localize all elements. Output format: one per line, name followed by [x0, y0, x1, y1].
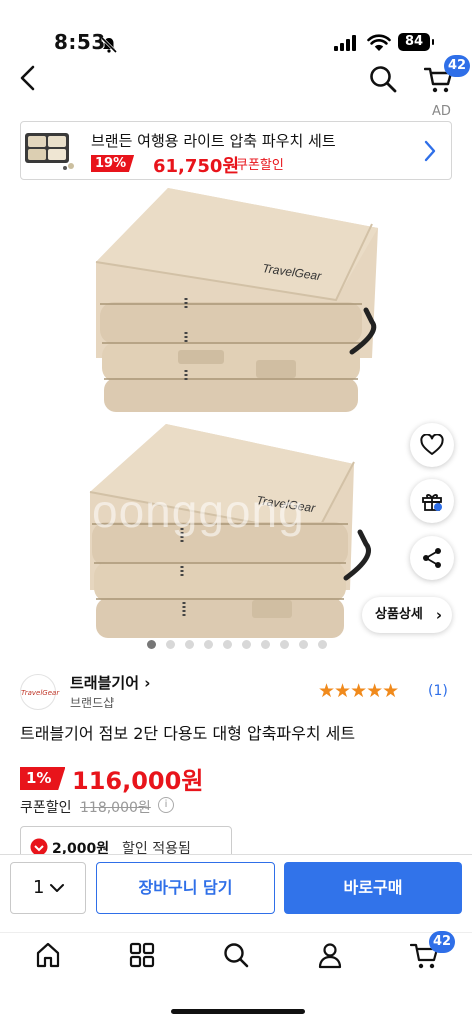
brand-shop-label: 브랜드샵 [70, 696, 115, 710]
profile-icon[interactable] [316, 941, 344, 969]
buy-now-button[interactable]: 바로구매 [284, 862, 462, 914]
ad-banner[interactable]: 브랜든 여행용 라이트 압축 파우치 세트 19% 61,750원 쿠폰할인 [20, 121, 452, 180]
wishlist-button[interactable] [410, 423, 454, 467]
pagination-dot[interactable] [280, 640, 289, 649]
chevron-right-icon: › [435, 606, 442, 624]
signal-icon [334, 35, 356, 51]
pagination-dot[interactable] [318, 640, 327, 649]
pagination-dot[interactable] [299, 640, 308, 649]
tab-cart-badge: 42 [429, 931, 456, 953]
ad-discount-badge: 19% [91, 155, 135, 172]
status-bar: 8:53 84 [0, 0, 472, 56]
product-title: 트래블기어 점보 2단 다용도 대형 압축파우치 세트 [20, 724, 356, 743]
home-indicator [171, 1009, 305, 1014]
product-price: 116,000원 [72, 767, 204, 795]
rating-stars: ★★★★★ [318, 680, 399, 702]
add-to-cart-button[interactable]: 장바구니 담기 [96, 862, 275, 914]
ad-coupon-label: 쿠폰할인 [236, 158, 284, 173]
gift-button[interactable] [410, 479, 454, 523]
category-grid-icon[interactable] [128, 941, 156, 969]
ad-title: 브랜든 여행용 라이트 압축 파우치 세트 [91, 132, 336, 150]
back-arrow-icon[interactable] [16, 64, 42, 92]
quantity-selector[interactable]: 1 [10, 862, 86, 914]
bell-slash-icon [100, 36, 118, 54]
product-image-gallery[interactable]: TravelGear TravelGear [0, 182, 472, 654]
wifi-icon [367, 34, 391, 51]
pagination-dot[interactable] [242, 640, 251, 649]
review-count-link[interactable]: (1) [428, 683, 448, 699]
ad-thumbnail [25, 133, 74, 170]
search-tab-icon[interactable] [222, 941, 250, 969]
home-icon[interactable] [34, 941, 62, 969]
gift-icon [422, 494, 442, 511]
product-photo: TravelGear TravelGear [89, 188, 378, 638]
battery-indicator: 84 [398, 33, 434, 51]
search-icon[interactable] [368, 64, 398, 94]
brand-name-link[interactable]: 트래블기어 › [70, 672, 150, 693]
ad-price: 61,750원 [153, 156, 240, 177]
heart-icon [420, 434, 444, 455]
header-cart-badge: 42 [444, 55, 471, 77]
pagination-dot[interactable] [147, 640, 156, 649]
pagination-dot[interactable] [166, 640, 175, 649]
share-icon [423, 548, 441, 568]
pagination-dot[interactable] [185, 640, 194, 649]
gallery-pagination [147, 640, 327, 649]
ad-label: AD [432, 104, 451, 119]
quantity-value: 1 [33, 877, 45, 898]
share-button[interactable] [410, 536, 454, 580]
discount-badge: 1% [20, 767, 66, 790]
brand-logo[interactable]: TravelGear [20, 674, 59, 710]
original-price: 118,000원 [80, 800, 151, 816]
watermark-text: oonggong [92, 485, 305, 537]
pagination-dot[interactable] [223, 640, 232, 649]
chevron-right-icon [424, 140, 436, 162]
pagination-dot[interactable] [204, 640, 213, 649]
product-detail-button[interactable]: 상품상세 › [362, 597, 452, 633]
product-detail-label: 상품상세 [375, 607, 423, 622]
coupon-discount-label: 쿠폰할인 [20, 800, 72, 816]
chevron-down-icon [50, 884, 64, 892]
info-icon[interactable]: i [158, 797, 174, 813]
status-time: 8:53 [54, 30, 106, 54]
pagination-dot[interactable] [261, 640, 270, 649]
